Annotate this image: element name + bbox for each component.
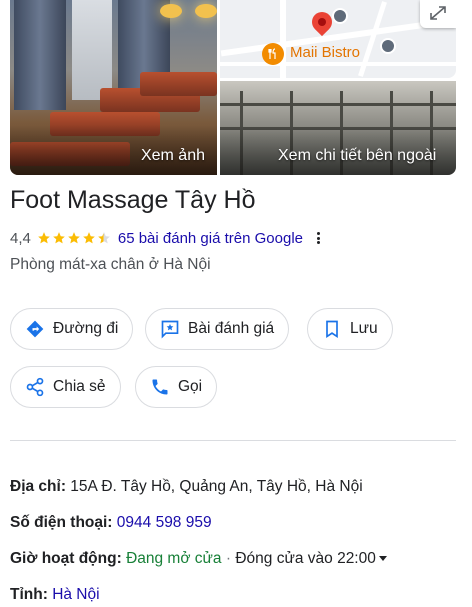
- call-button[interactable]: Gọi: [135, 366, 218, 408]
- curtain-decor: [14, 0, 66, 110]
- directions-label: Đường đi: [53, 320, 119, 337]
- address-row: Địa chỉ: 15A Đ. Tây Hồ, Quảng An, Tây Hồ…: [10, 478, 363, 496]
- directions-icon: [26, 320, 44, 338]
- bookmark-icon: [326, 320, 338, 339]
- share-label: Chia sẻ: [53, 378, 106, 395]
- restaurant-icon: [262, 43, 284, 65]
- address-label: Địa chỉ:: [10, 478, 66, 495]
- wall-decor: [72, 0, 112, 100]
- star-rating: [37, 231, 112, 245]
- lamp-decor: [195, 4, 217, 18]
- map-road: [280, 0, 286, 78]
- address-value: 15A Đ. Tây Hồ, Quảng An, Tây Hồ, Hà Nội: [70, 478, 363, 495]
- review-icon: [161, 320, 179, 339]
- place-title: Foot Massage Tây Hồ: [10, 186, 256, 214]
- star-icon: [38, 232, 50, 244]
- chevron-down-icon[interactable]: [378, 556, 387, 562]
- save-button[interactable]: Lưu: [307, 308, 393, 350]
- phone-label: Số điện thoại:: [10, 514, 113, 531]
- place-category: Phòng mát-xa chân ở Hà Nội: [10, 256, 211, 273]
- share-icon: [26, 377, 44, 397]
- bus-stop-icon: [380, 38, 396, 54]
- star-icon: [53, 232, 65, 244]
- section-divider: [10, 440, 456, 441]
- reviews-button[interactable]: Bài đánh giá: [145, 308, 290, 350]
- bus-stop-icon: [332, 8, 348, 24]
- phone-row: Số điện thoại: 0944 598 959: [10, 514, 212, 532]
- lamp-decor: [160, 4, 182, 18]
- hours-row[interactable]: Giờ hoạt động: Đang mở cửa · Đóng cửa và…: [10, 550, 387, 568]
- rating-row: 4,4 65 bài đánh giá trên Google: [10, 228, 321, 248]
- closing-time: Đóng cửa vào 22:00: [235, 550, 376, 567]
- save-label: Lưu: [350, 320, 378, 337]
- reviews-link[interactable]: 65 bài đánh giá trên Google: [118, 230, 303, 247]
- map-road: [220, 62, 456, 66]
- directions-button[interactable]: Đường đi: [10, 308, 134, 350]
- street-view-label[interactable]: Xem chi tiết bên ngoài: [278, 147, 448, 175]
- open-status: Đang mở cửa: [126, 550, 222, 567]
- massage-bed: [140, 72, 217, 96]
- province-label: Tỉnh:: [10, 586, 48, 603]
- map-thumbnail[interactable]: Maii Bistro: [220, 0, 456, 78]
- map-poi-label: Maii Bistro: [290, 44, 361, 61]
- phone-link[interactable]: 0944 598 959: [117, 514, 212, 531]
- half-star-icon: [98, 232, 110, 244]
- hours-label: Giờ hoạt động:: [10, 550, 122, 567]
- call-label: Gọi: [178, 378, 203, 395]
- scaffold-decor: [220, 103, 456, 106]
- view-photos-label[interactable]: Xem ảnh: [141, 147, 217, 175]
- more-options-icon[interactable]: [317, 232, 321, 244]
- interior-photo[interactable]: Xem ảnh: [10, 0, 217, 175]
- rating-value: 4,4: [10, 229, 31, 247]
- reviews-button-label: Bài đánh giá: [188, 320, 275, 337]
- expand-icon[interactable]: [420, 0, 456, 28]
- street-view-photo[interactable]: Xem chi tiết bên ngoài: [220, 81, 456, 175]
- share-button[interactable]: Chia sẻ: [10, 366, 121, 408]
- province-row: Tỉnh: Hà Nội: [10, 586, 100, 604]
- hours-separator: ·: [225, 550, 232, 567]
- photo-strip: Xem ảnh Maii Bistro Xem chi tiết bên ngo…: [10, 0, 456, 175]
- phone-icon: [152, 379, 168, 395]
- star-icon: [83, 232, 95, 244]
- star-icon: [68, 232, 80, 244]
- province-link[interactable]: Hà Nội: [52, 586, 99, 603]
